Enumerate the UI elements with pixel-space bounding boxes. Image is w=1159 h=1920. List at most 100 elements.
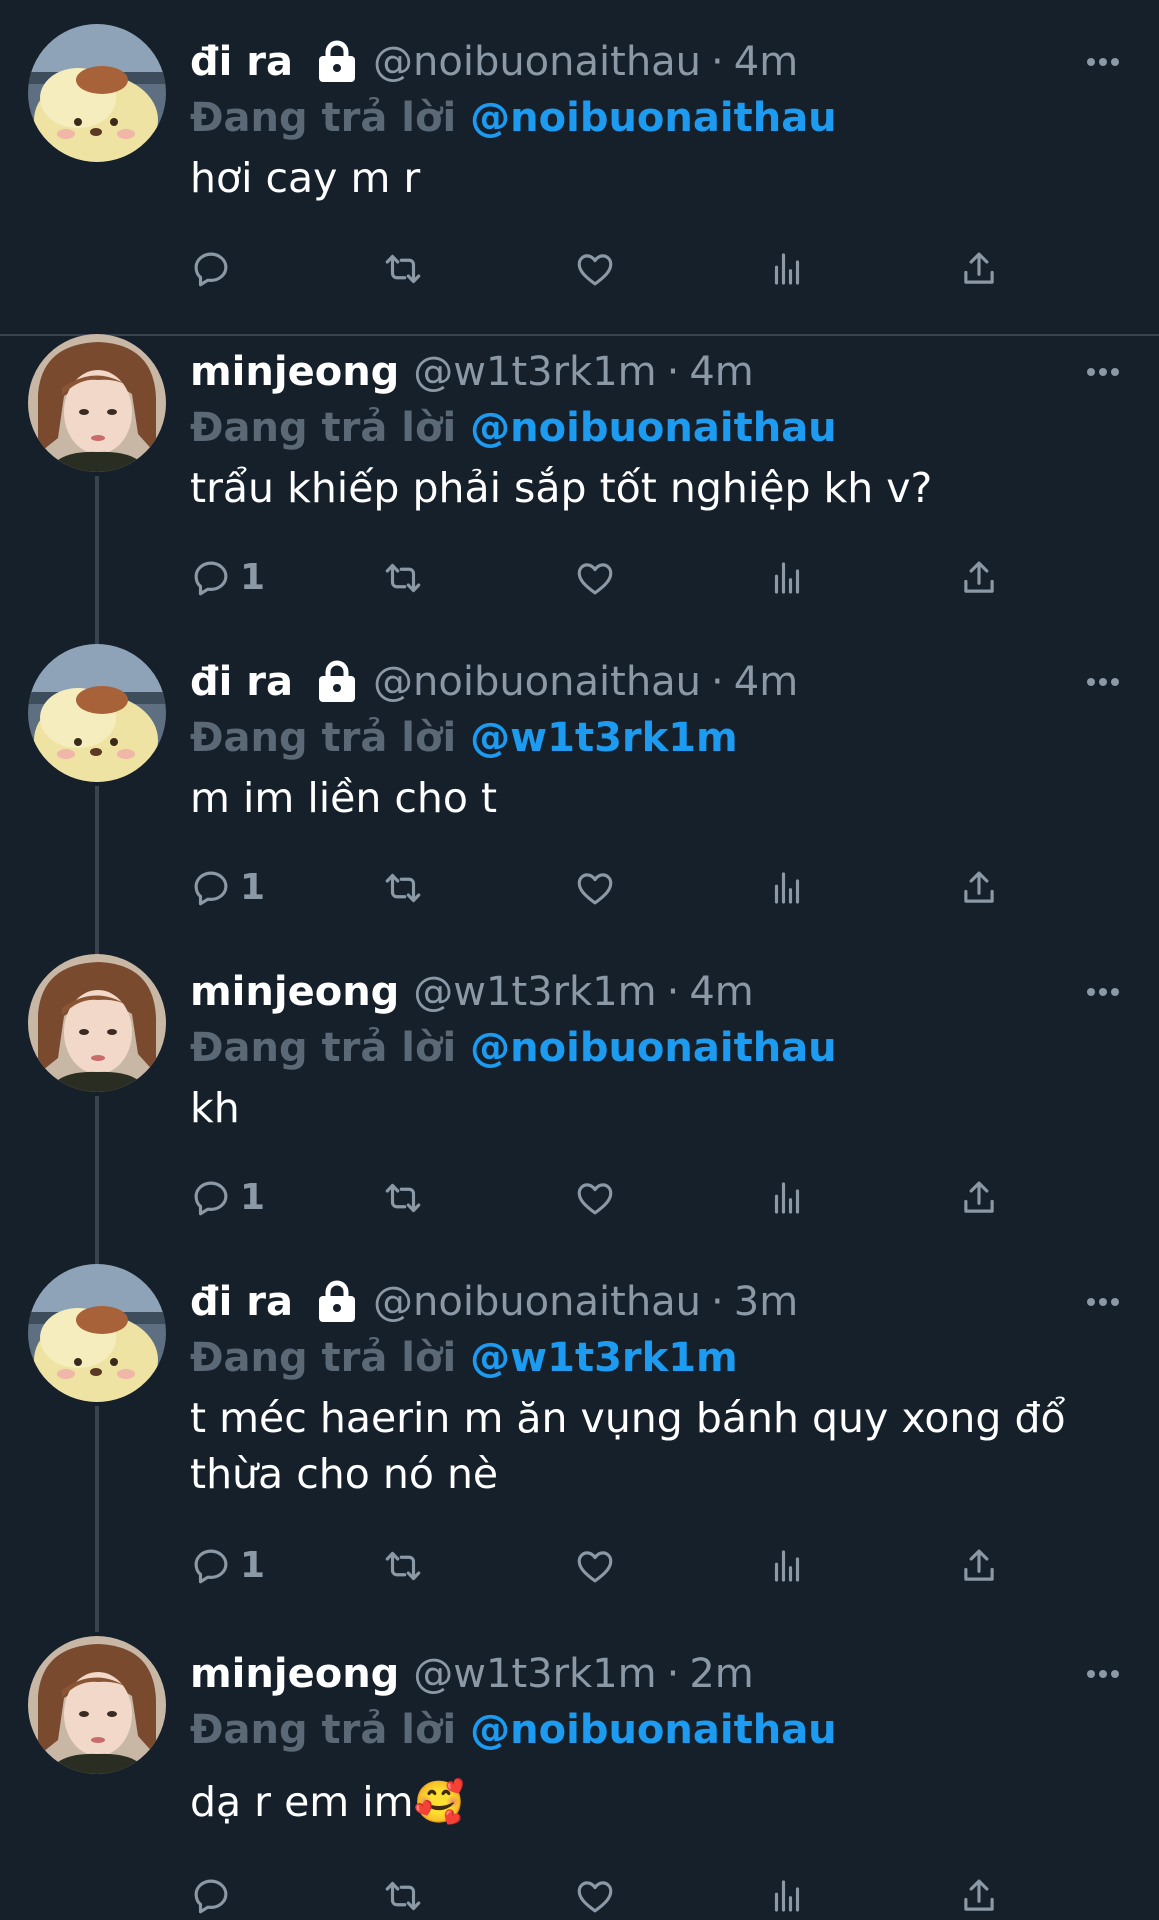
reply-count: 1 [240,557,266,598]
retweet-button[interactable] [382,1872,424,1920]
timestamp[interactable]: 2m [689,1650,753,1698]
views-button[interactable] [766,245,808,293]
views-icon [774,1550,800,1582]
reply-button[interactable]: 1 [190,1542,265,1590]
share-button[interactable] [958,1872,1000,1920]
like-button[interactable] [574,1174,616,1222]
timestamp[interactable]: 4m [734,658,798,706]
conversation-thread: đi ra @noibuonaithau · 4m Đang trả lời @… [0,0,1159,1920]
display-name[interactable]: đi ra [190,1278,293,1326]
reply-button[interactable]: 1 [190,1174,265,1222]
avatar-pompompurin[interactable] [28,1264,166,1402]
retweet-button[interactable] [382,245,424,293]
handle[interactable]: @w1t3rk1m [413,348,656,396]
views-button[interactable] [766,1542,808,1590]
replying-to-label: Đang trả lời [190,1335,457,1381]
like-button[interactable] [574,554,616,602]
reply-mention[interactable]: @w1t3rk1m [470,1335,738,1381]
action-bar: 1 [190,1174,1010,1222]
reply-count: 1 [240,1177,266,1218]
separator-dot: · [711,659,724,705]
reply-icon [194,1549,228,1584]
thread-line [95,476,99,644]
like-icon [577,1551,613,1583]
share-button[interactable] [958,554,1000,602]
retweet-button[interactable] [382,554,424,602]
retweet-icon [385,254,421,284]
like-icon [577,1183,613,1215]
reply-mention[interactable]: @noibuonaithau [470,1707,837,1753]
handle[interactable]: @noibuonaithau [373,1278,701,1326]
display-name[interactable]: minjeong [190,968,399,1016]
like-button[interactable] [574,1542,616,1590]
retweet-button[interactable] [382,1542,424,1590]
timestamp[interactable]: 4m [689,348,753,396]
reply-button[interactable] [190,1872,240,1920]
share-button[interactable] [958,864,1000,912]
like-icon [577,1881,613,1913]
handle[interactable]: @w1t3rk1m [413,1650,656,1698]
views-button[interactable] [766,554,808,602]
like-button[interactable] [574,245,616,293]
share-icon [964,871,994,903]
reply-button[interactable]: 1 [190,554,265,602]
timestamp[interactable]: 4m [734,38,798,86]
avatar-minjeong[interactable] [28,334,166,472]
thread-line [95,1406,99,1632]
separator-dot: · [666,349,680,395]
like-icon [577,873,613,905]
avatar-minjeong[interactable] [28,954,166,1092]
separator-dot: · [711,1279,724,1325]
retweet-icon [385,873,421,903]
share-button[interactable] [958,245,1000,293]
display-name[interactable]: minjeong [190,1650,399,1698]
separator-dot: · [666,1651,680,1697]
reply-mention[interactable]: @noibuonaithau [470,95,837,141]
views-icon [774,562,800,594]
more-icon[interactable] [1085,982,1121,1002]
replying-to-label: Đang trả lời [190,95,457,141]
reply-mention[interactable]: @noibuonaithau [470,405,837,451]
display-name[interactable]: minjeong [190,348,399,396]
views-icon [774,1880,800,1912]
display-name[interactable]: đi ra [190,38,293,86]
timestamp[interactable]: 3m [734,1278,798,1326]
like-button[interactable] [574,864,616,912]
views-button[interactable] [766,1872,808,1920]
replying-to: Đang trả lời @w1t3rk1m [190,1334,738,1382]
reply-icon [194,1181,228,1216]
display-name[interactable]: đi ra [190,658,293,706]
tweet-text: m im liền cho t [190,774,498,822]
divider [0,334,1159,336]
action-bar [190,245,1010,293]
more-icon[interactable] [1085,362,1121,382]
share-button[interactable] [958,1174,1000,1222]
handle[interactable]: @w1t3rk1m [413,968,656,1016]
handle[interactable]: @noibuonaithau [373,658,701,706]
retweet-button[interactable] [382,1174,424,1222]
like-button[interactable] [574,1872,616,1920]
more-icon[interactable] [1085,1292,1121,1312]
thread-line [95,786,99,956]
retweet-button[interactable] [382,864,424,912]
reply-icon [194,252,228,287]
more-icon[interactable] [1085,1664,1121,1684]
replying-to-label: Đang trả lời [190,715,457,761]
avatar-pompompurin[interactable] [28,644,166,782]
handle[interactable]: @noibuonaithau [373,38,701,86]
avatar-minjeong[interactable] [28,1636,166,1774]
share-button[interactable] [958,1542,1000,1590]
reply-button[interactable] [190,245,240,293]
timestamp[interactable]: 4m [689,968,753,1016]
views-button[interactable] [766,1174,808,1222]
reply-mention[interactable]: @w1t3rk1m [470,715,738,761]
more-icon[interactable] [1085,52,1121,72]
more-icon[interactable] [1085,672,1121,692]
tweet-text: kh [190,1084,240,1132]
reply-mention[interactable]: @noibuonaithau [470,1025,837,1071]
avatar-pompompurin[interactable] [28,24,166,162]
reply-count: 1 [240,1545,266,1586]
views-button[interactable] [766,864,808,912]
thread-line [95,1096,99,1264]
reply-button[interactable]: 1 [190,864,265,912]
